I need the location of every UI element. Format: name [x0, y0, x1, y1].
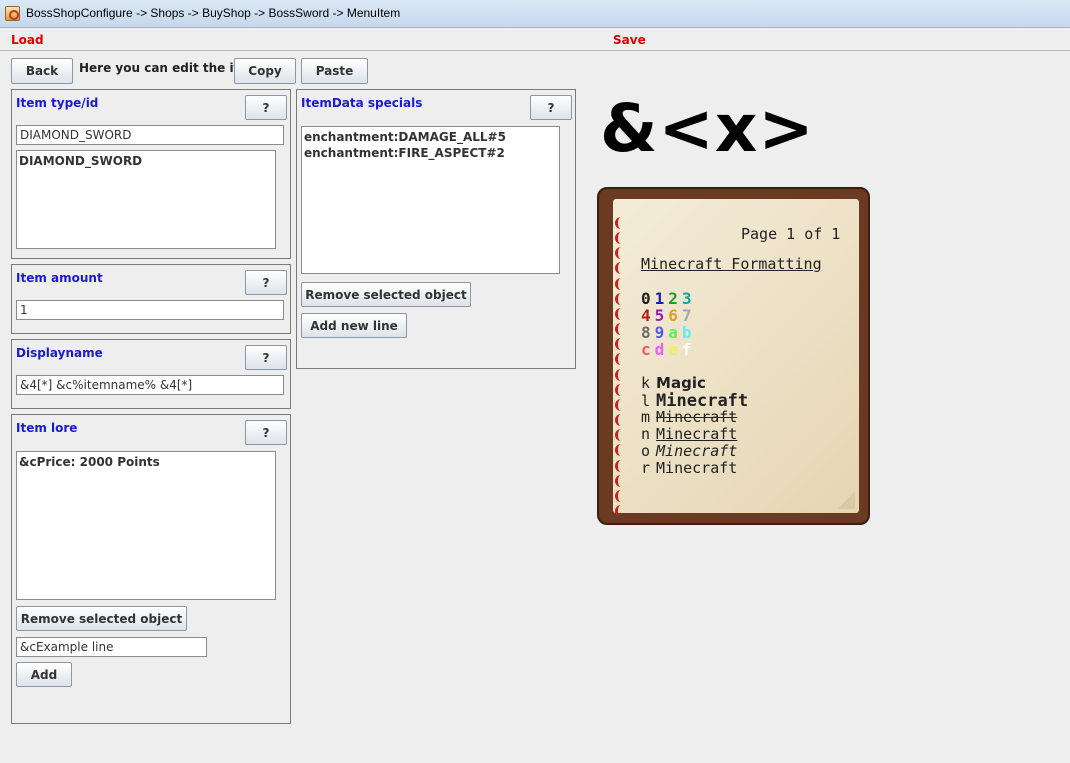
lore-add-button[interactable]: Add: [16, 662, 72, 687]
item-type-panel: Item type/id ? DIAMOND_SWORD: [11, 89, 291, 259]
save-menu[interactable]: Save: [613, 33, 646, 47]
list-item[interactable]: enchantment:DAMAGE_ALL#5: [304, 129, 557, 145]
lore-new-line-input[interactable]: [16, 637, 207, 657]
list-item[interactable]: &cPrice: 2000 Points: [19, 454, 273, 470]
item-lore-list[interactable]: &cPrice: 2000 Points: [16, 451, 276, 600]
style-code-sample: Minecraft: [656, 459, 738, 477]
copy-button[interactable]: Copy: [234, 58, 296, 84]
style-code-row: m Minecraft: [641, 408, 737, 426]
itemdata-list[interactable]: enchantment:DAMAGE_ALL#5 enchantment:FIR…: [301, 126, 560, 274]
displayname-input[interactable]: [16, 375, 284, 395]
style-code-key: n: [641, 425, 651, 443]
book-page-number: Page 1 of 1: [741, 225, 841, 243]
style-code-key: k: [641, 374, 651, 392]
style-code-key: m: [641, 408, 651, 426]
displayname-panel: Displayname ?: [11, 339, 291, 409]
page-corner-fold: [837, 491, 855, 509]
itemdata-help-button[interactable]: ?: [530, 95, 572, 120]
itemdata-panel: ItemData specials ? enchantment:DAMAGE_A…: [296, 89, 576, 369]
list-item[interactable]: DIAMOND_SWORD: [19, 153, 273, 169]
color-code-glyph: e: [668, 340, 682, 359]
book-binding-decoration: [615, 217, 625, 517]
item-type-list[interactable]: DIAMOND_SWORD: [16, 150, 276, 249]
format-code-heading: &<x>: [600, 90, 815, 167]
style-code-sample: Minecraft: [656, 408, 738, 426]
style-code-row: n Minecraft: [641, 425, 737, 443]
color-code-glyph: c: [641, 340, 655, 359]
item-amount-title: Item amount: [16, 271, 103, 285]
menu-bar: Load Save: [0, 29, 1070, 51]
java-app-icon: [5, 6, 20, 21]
lore-remove-selected-button[interactable]: Remove selected object: [16, 606, 187, 631]
item-lore-title: Item lore: [16, 421, 78, 435]
color-code-row: cdef: [641, 340, 696, 359]
list-item[interactable]: enchantment:FIRE_ASPECT#2: [304, 145, 557, 161]
item-amount-input[interactable]: [16, 300, 284, 320]
style-code-row: r Minecraft: [641, 459, 737, 477]
style-code-sample: Minecraft: [656, 425, 738, 443]
paste-button[interactable]: Paste: [301, 58, 368, 84]
item-type-input[interactable]: [16, 125, 284, 145]
style-code-key: o: [641, 442, 651, 460]
window-titlebar: BossShopConfigure -> Shops -> BuyShop ->…: [0, 0, 1070, 28]
style-code-sample: Magic: [656, 374, 706, 392]
itemdata-remove-selected-button[interactable]: Remove selected object: [301, 282, 471, 307]
item-amount-help-button[interactable]: ?: [245, 270, 287, 295]
itemdata-title: ItemData specials: [301, 96, 423, 110]
item-lore-help-button[interactable]: ?: [245, 420, 287, 445]
style-code-sample: Minecraft: [656, 442, 738, 460]
style-code-key: r: [641, 459, 651, 477]
displayname-help-button[interactable]: ?: [245, 345, 287, 370]
book-page: Page 1 of 1 Minecraft Formatting 0123 456…: [613, 199, 859, 517]
color-code-glyph: f: [681, 340, 696, 359]
window-title: BossShopConfigure -> Shops -> BuyShop ->…: [26, 6, 401, 20]
item-type-title: Item type/id: [16, 96, 99, 110]
color-code-glyph: d: [654, 340, 669, 359]
back-button[interactable]: Back: [11, 58, 73, 84]
formatting-book-image: Page 1 of 1 Minecraft Formatting 0123 456…: [597, 187, 870, 525]
style-code-row: k Magic: [641, 374, 706, 392]
displayname-title: Displayname: [16, 346, 103, 360]
item-amount-panel: Item amount ?: [11, 264, 291, 334]
item-lore-panel: Item lore ? &cPrice: 2000 Points Remove …: [11, 414, 291, 724]
book-heading: Minecraft Formatting: [641, 255, 822, 273]
item-type-help-button[interactable]: ?: [245, 95, 287, 120]
style-code-row: o Minecraft: [641, 442, 737, 460]
itemdata-add-line-button[interactable]: Add new line: [301, 313, 407, 338]
load-menu[interactable]: Load: [11, 33, 44, 47]
